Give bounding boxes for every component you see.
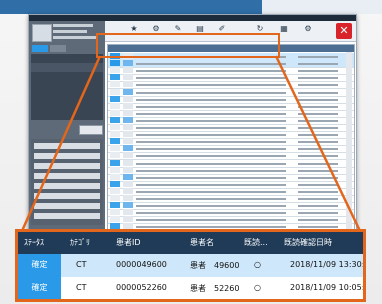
filter-field[interactable] [34,183,100,189]
tree-item[interactable] [31,90,103,99]
app-logo [32,24,52,42]
tree-item[interactable] [31,72,103,81]
tree-item[interactable] [31,81,103,90]
read-cell: ○ [254,283,261,292]
patient-id-cell: 0000052260 [116,283,167,292]
study-list [107,44,355,240]
column-status[interactable]: ｽﾃｰﾀｽ [24,237,44,248]
tree-item[interactable] [31,63,103,72]
table-row[interactable]: 確定 CT 0000052260 患者 52260 ○ 2018/11/09 1… [18,277,363,299]
table-row[interactable]: 確定 CT 0000049600 患者 49600 ○ 2018/11/09 1… [18,254,363,277]
tree-item[interactable] [31,99,103,108]
status-badge: 確定 [18,254,61,277]
zoomed-callout: ｽﾃｰﾀｽ ｶﾃｺﾞﾘ 患者ID 患者名 既読... 既読確認日時 確定 CT … [15,229,366,302]
filter-field[interactable] [34,143,100,149]
category-cell: CT [76,260,87,269]
column-read[interactable]: 既読... [244,237,268,248]
status-badge: 確定 [18,277,61,299]
filter-area [31,139,103,225]
filter-field[interactable] [34,173,100,179]
filter-field[interactable] [34,203,100,209]
filter-button[interactable] [79,125,103,135]
folder-tree [31,54,103,120]
column-read-datetime[interactable]: 既読確認日時 [284,237,332,248]
column-patient-name[interactable]: 患者名 [190,237,214,248]
read-datetime-cell: 2018/11/09 10:05:50 [290,283,365,292]
read-cell: ○ [254,260,261,269]
read-datetime-cell: 2018/11/09 13:30:00 [290,260,365,269]
tree-item[interactable] [31,108,103,117]
patient-name-cell: 患者 49600 [190,261,240,270]
close-icon[interactable]: ✕ [336,23,352,39]
callout-header: ｽﾃｰﾀｽ ｶﾃｺﾞﾘ 患者ID 患者名 既読... 既読確認日時 [18,232,363,254]
filter-field[interactable] [34,163,100,169]
highlight-frame [96,33,280,58]
page-top-bar [0,0,382,14]
filter-field[interactable] [34,193,100,199]
column-category[interactable]: ｶﾃｺﾞﾘ [70,237,90,248]
category-cell: CT [76,283,87,292]
filter-field[interactable] [34,153,100,159]
left-panel [29,21,105,245]
left-tab-2[interactable] [50,45,66,52]
user-info [53,24,101,42]
column-patient-id[interactable]: 患者ID [116,237,141,248]
left-tab-1[interactable] [32,45,48,52]
patient-id-cell: 0000049600 [116,260,167,269]
filter-field[interactable] [34,213,100,219]
settings-icon[interactable]: ⚙ [299,23,317,39]
study-list-scrollbar[interactable] [346,52,352,238]
patient-name-cell: 患者 52260 [190,284,240,293]
tree-item[interactable] [31,54,103,63]
